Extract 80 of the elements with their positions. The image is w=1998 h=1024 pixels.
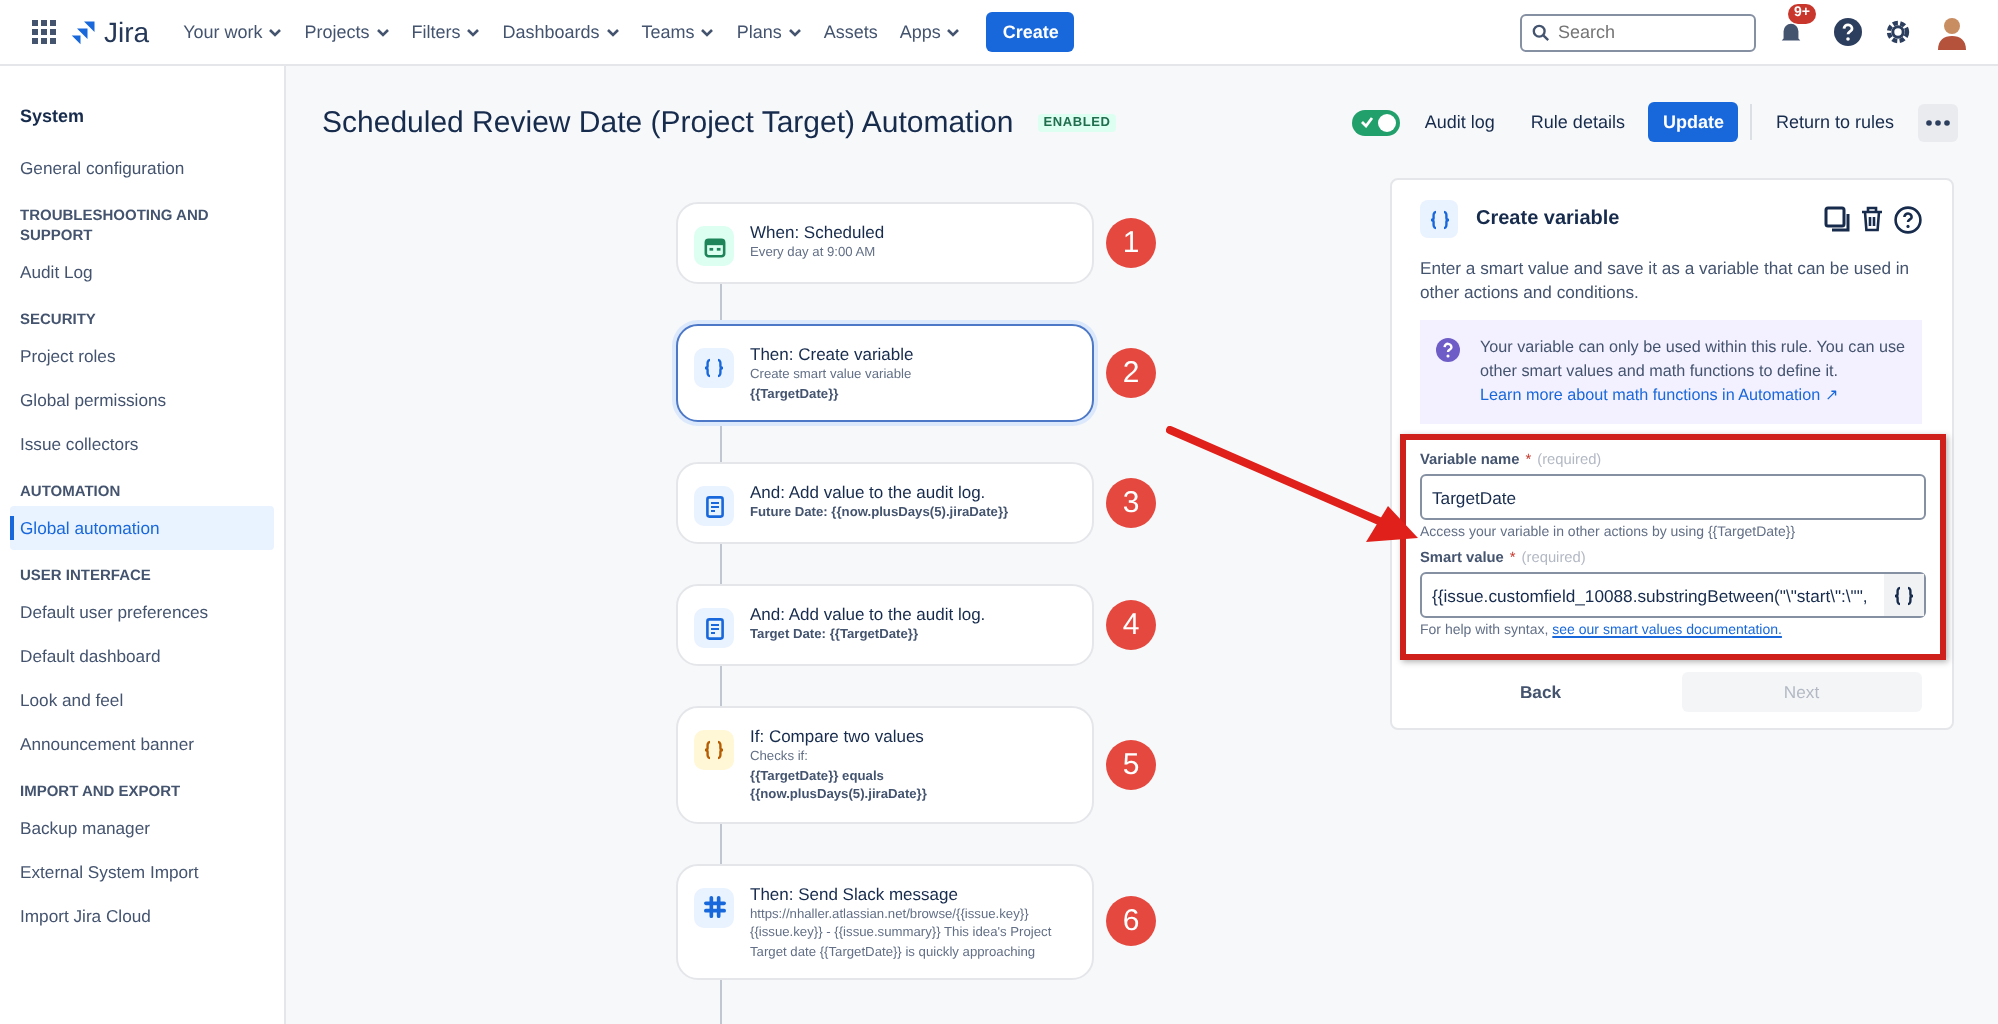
calendar-icon	[703, 235, 725, 257]
step-number-marker: 1	[1106, 218, 1156, 268]
curly-braces-icon	[702, 740, 726, 760]
chevron-down-icon	[268, 27, 283, 37]
header-link-button[interactable]: Audit log	[1412, 102, 1507, 142]
sidebar-item[interactable]: Import Jira Cloud	[10, 894, 274, 938]
search-field[interactable]: Search	[1520, 13, 1756, 51]
avatar-icon[interactable]	[1934, 14, 1970, 50]
math-functions-link[interactable]: Learn more about math functions in Automation ↗	[1480, 384, 1906, 408]
nav-menu[interactable]: Assets	[815, 16, 886, 48]
step-number-marker: 5	[1106, 739, 1156, 790]
sidebar-item[interactable]: Default dashboard	[10, 634, 274, 678]
step-number-marker: 6	[1106, 896, 1156, 947]
step-title: And: Add value to the audit log.	[750, 602, 988, 626]
sidebar-item[interactable]: Announcement banner	[10, 722, 274, 766]
document-icon	[705, 495, 723, 517]
nav-menu[interactable]: Your work	[175, 16, 291, 48]
question-icon	[1436, 338, 1460, 362]
curly-braces-icon	[1427, 209, 1451, 229]
variable-name-field[interactable]: TargetDate	[1420, 474, 1926, 520]
search-icon	[1532, 23, 1550, 41]
step-number-marker: 2	[1106, 348, 1156, 398]
curly-braces-icon	[1892, 585, 1916, 605]
chevron-down-icon	[700, 27, 715, 37]
chevron-down-icon	[375, 27, 390, 37]
chevron-down-icon	[605, 27, 620, 37]
bell-icon[interactable]	[1778, 19, 1804, 45]
jira-logo-icon	[70, 18, 98, 46]
nav-menu[interactable]: Plans	[728, 16, 810, 48]
sidebar-title: System	[18, 104, 87, 130]
nav-menu[interactable]: Teams	[633, 16, 723, 48]
step-title: If: Compare two values	[750, 724, 926, 748]
rule-title: Scheduled Review Date (Project Target) Automation	[322, 105, 1014, 139]
step-title: Then: Send Slack message	[750, 881, 960, 905]
step-title: And: Add value to the audit log.	[750, 480, 988, 504]
help-icon[interactable]	[1894, 205, 1922, 233]
nav-menu[interactable]: Projects	[296, 16, 398, 48]
return-to-rules-button[interactable]: Return to rules	[1763, 102, 1906, 142]
sidebar-item[interactable]: Backup manager	[10, 806, 274, 850]
sidebar-item[interactable]: Look and feel	[10, 678, 274, 722]
create-button[interactable]: Create	[986, 12, 1075, 52]
sidebar-item[interactable]: Default user preferences	[10, 590, 274, 634]
chevron-down-icon	[787, 27, 802, 37]
panel-description: Enter a smart value and save it as a variable that can be used in other actions and conditions.	[1420, 256, 1912, 304]
settings-icon[interactable]	[1884, 18, 1912, 46]
step-title: Then: Create variable	[750, 342, 916, 366]
smart-value-button[interactable]	[1884, 574, 1924, 616]
sidebar-item[interactable]: Global permissions	[10, 378, 274, 422]
nav-menu[interactable]: Apps	[891, 16, 969, 48]
panel-title: Create variable	[1476, 208, 1620, 230]
back-button[interactable]: Back	[1420, 672, 1661, 712]
info-text: Your variable can only be used within this rule. You can use other smart values and math functions to define it.	[1480, 338, 1906, 380]
hash-icon	[703, 896, 725, 918]
check-icon	[1360, 116, 1375, 128]
sidebar-item[interactable]: Issue collectors	[10, 422, 274, 466]
more-icon	[1926, 119, 1950, 125]
document-icon	[705, 617, 723, 639]
chevron-down-icon	[946, 27, 961, 37]
update-button[interactable]: Update	[1648, 102, 1738, 142]
copy-icon[interactable]	[1824, 206, 1850, 232]
step-number-marker: 3	[1106, 478, 1156, 528]
enable-toggle[interactable]	[1352, 109, 1401, 135]
sidebar-item[interactable]: General configuration	[10, 146, 274, 190]
more-button[interactable]	[1918, 103, 1958, 141]
help-icon[interactable]	[1834, 18, 1862, 46]
step-number-marker: 4	[1106, 600, 1156, 650]
product-name[interactable]: Jira	[104, 16, 150, 48]
step-title: When: Scheduled	[750, 220, 887, 244]
sidebar-item[interactable]: Project roles	[10, 334, 274, 378]
sidebar-item[interactable]: External System Import	[10, 850, 274, 894]
curly-braces-icon	[702, 358, 726, 378]
nav-menu[interactable]: Filters	[403, 16, 489, 48]
header-link-button[interactable]: Rule details	[1518, 102, 1637, 142]
smart-value-field[interactable]: {{issue.customfield_10088.substringBetween("\"start\":\"",	[1420, 572, 1926, 618]
trash-icon[interactable]	[1860, 206, 1884, 232]
sidebar-item[interactable]: Global automation	[10, 506, 274, 550]
sidebar-item[interactable]: Audit Log	[10, 250, 274, 294]
nav-menu[interactable]: Dashboards	[494, 16, 628, 48]
app-switcher-icon[interactable]	[32, 20, 56, 44]
chevron-down-icon	[466, 27, 481, 37]
